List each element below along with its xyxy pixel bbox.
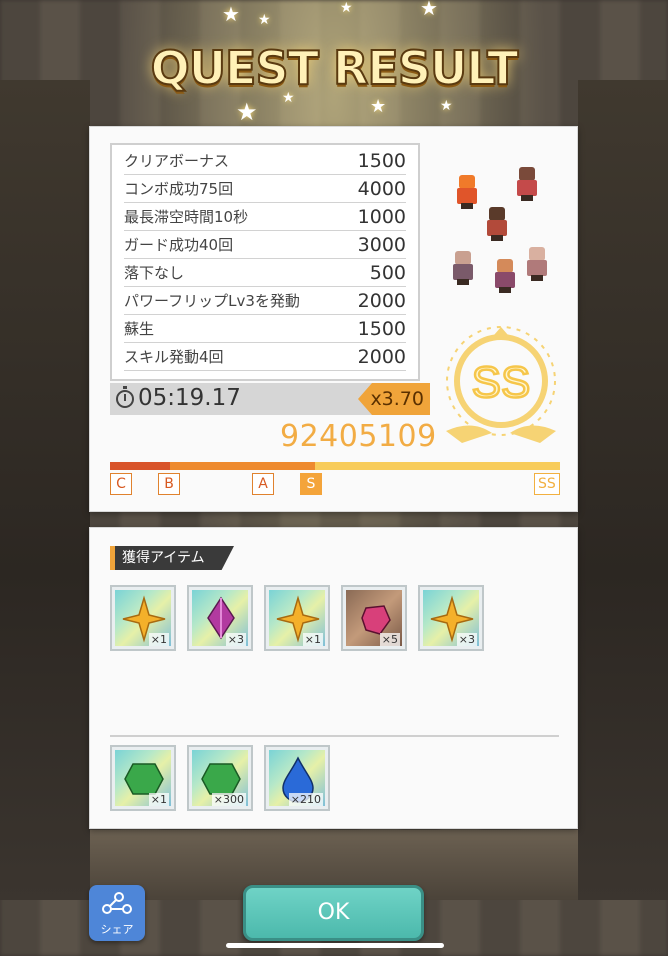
bonus-label: スキル発動4回 [124, 348, 224, 366]
bonus-value: 2000 [357, 345, 406, 368]
score-multiplier: x3.70 [358, 383, 430, 415]
total-score: 92405109 [280, 419, 437, 454]
character-sprite [524, 247, 550, 281]
bonus-value: 4000 [357, 177, 406, 200]
background-wall-right [578, 80, 668, 900]
section-label: 獲得アイテム [110, 546, 234, 570]
item-quantity: ×5 [379, 633, 400, 646]
result-panel: クリアボーナス 1500 コンボ成功75回 4000 最長滞空時間10秒 100… [89, 126, 578, 512]
rank-mark-c: C [110, 473, 132, 495]
bonus-label: クリアボーナス [124, 152, 230, 170]
bonus-row: ガード成功40回 3000 [124, 231, 406, 259]
star-icon: ★ [340, 0, 353, 16]
star-icon: ★ [222, 2, 240, 26]
page-title: QUEST RESULT [150, 40, 520, 96]
bonus-label: ガード成功40回 [124, 236, 234, 254]
item-slot[interactable]: ×5 [341, 585, 407, 651]
item-quantity: ×1 [302, 633, 323, 646]
bonus-label: パワーフリップLv3を発動 [124, 292, 300, 310]
rank-emblem: SS [446, 326, 556, 443]
item-slot[interactable]: ×3 [418, 585, 484, 651]
background-wall-left [0, 80, 90, 900]
item-slot[interactable]: ×1 [110, 585, 176, 651]
bonus-value: 3000 [357, 233, 406, 256]
item-quantity: ×3 [225, 633, 246, 646]
items-panel: 獲得アイテム ×1 ×3 ×1 ×5 ×3 ×1 ×300 ×210 [89, 527, 578, 829]
item-quantity: ×3 [456, 633, 477, 646]
bonus-value: 1000 [357, 205, 406, 228]
bonus-value: 1500 [357, 317, 406, 340]
header: QUEST RESULT [0, 30, 668, 110]
reward-slot[interactable]: ×300 [187, 745, 253, 811]
character-sprite [484, 207, 510, 241]
bonus-value: 1500 [357, 149, 406, 172]
share-label: シェア [100, 923, 134, 936]
rank-mark-a: A [252, 473, 274, 495]
bonus-value: 500 [369, 261, 406, 284]
reward-slot[interactable]: ×210 [264, 745, 330, 811]
home-indicator[interactable] [226, 943, 444, 948]
character-sprite [492, 259, 518, 293]
bonus-row: パワーフリップLv3を発動 2000 [124, 287, 406, 315]
rank-mark-s: S [300, 473, 322, 495]
bonus-label: 蘇生 [124, 320, 155, 338]
item-slot[interactable]: ×3 [187, 585, 253, 651]
ok-button[interactable]: OK [243, 885, 424, 941]
bonus-list[interactable]: クリアボーナス 1500 コンボ成功75回 4000 最長滞空時間10秒 100… [110, 143, 420, 381]
clear-time-bar: 05:19.17 x3.70 [110, 383, 430, 415]
item-slot[interactable]: ×1 [264, 585, 330, 651]
bonus-label: 落下なし [124, 264, 185, 282]
bonus-row: 落下なし 500 [124, 259, 406, 287]
divider [110, 735, 559, 737]
star-icon: ★ [420, 0, 438, 20]
character-sprite [450, 251, 476, 285]
item-quantity: ×1 [148, 633, 169, 646]
party-characters [440, 167, 555, 297]
rank-gauge [110, 462, 560, 470]
rank-mark-ss: SS [534, 473, 560, 495]
bonus-row: 最長滞空時間10秒 1000 [124, 203, 406, 231]
item-quantity: ×1 [148, 793, 169, 806]
reward-slot[interactable]: ×1 [110, 745, 176, 811]
bonus-label: 最長滞空時間10秒 [124, 208, 249, 226]
share-icon [102, 892, 132, 914]
item-quantity: ×210 [288, 793, 323, 806]
bonus-row: スキル発動4回 2000 [124, 343, 406, 371]
rank-text: SS [472, 358, 531, 407]
bonus-row: コンボ成功75回 4000 [124, 175, 406, 203]
star-icon: ★ [258, 12, 271, 28]
item-quantity: ×300 [211, 793, 246, 806]
rank-mark-b: B [158, 473, 180, 495]
bonus-value: 2000 [357, 289, 406, 312]
stopwatch-icon [116, 386, 134, 408]
character-sprite [454, 175, 480, 209]
character-sprite [514, 167, 540, 201]
share-button[interactable]: シェア [89, 885, 145, 941]
bonus-label: コンボ成功75回 [124, 180, 234, 198]
clear-time: 05:19.17 [138, 385, 241, 411]
bonus-row: 蘇生 1500 [124, 315, 406, 343]
bonus-row: クリアボーナス 1500 [124, 147, 406, 175]
